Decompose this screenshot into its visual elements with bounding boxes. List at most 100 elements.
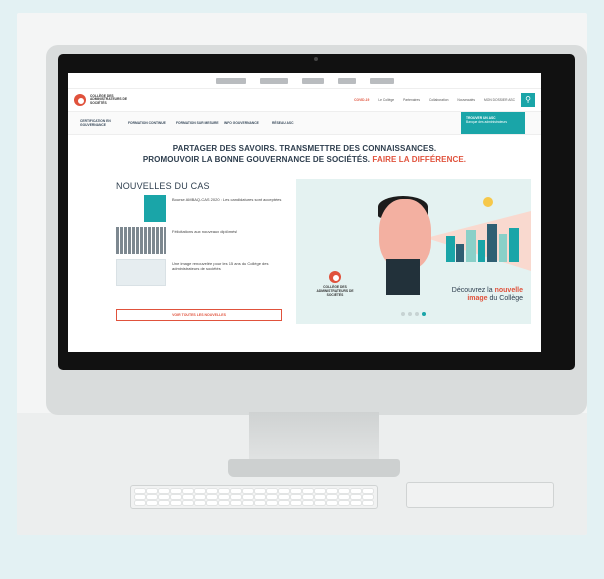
news-item[interactable]: Une image renouvelée pour les 15 ans du … <box>116 259 292 286</box>
logo-text: COLLÈGE DES ADMINISTRATEURS DE SOCIÉTÉS <box>90 93 128 105</box>
partner-logos-bar <box>68 73 541 89</box>
keyboard-key <box>159 501 169 505</box>
building-illustration <box>466 230 476 262</box>
keyboard-key <box>207 489 217 493</box>
keyboard-key <box>183 501 193 505</box>
keyboard-key <box>291 495 301 499</box>
keyboard-key <box>363 495 373 499</box>
keyboard-key <box>327 495 337 499</box>
keyboard-key <box>315 495 325 499</box>
hero-text-part-2: du Collège <box>489 295 523 303</box>
news-thumbnail <box>116 259 166 286</box>
keyboard-key <box>195 495 205 499</box>
keyboard-key <box>339 501 349 505</box>
top-navigation: COVID-19 Le Collège Partenaires Collabor… <box>232 98 515 102</box>
product-photo: COLLÈGE DES ADMINISTRATEURS DE SOCIÉTÉS … <box>17 13 587 535</box>
keyboard-key <box>159 489 169 493</box>
news-item-text: Bourse AMBAQ-CAS 2020 : Les candidatures… <box>172 197 282 202</box>
carousel-dot-active[interactable] <box>422 312 426 316</box>
keyboard <box>130 485 378 509</box>
hero-text-part-1: Découvrez la <box>451 287 493 294</box>
keyboard-key <box>255 501 265 505</box>
keyboard-key <box>351 489 361 493</box>
building-illustration <box>456 244 464 262</box>
nav-le-college[interactable]: Le Collège <box>378 98 394 102</box>
keyboard-key <box>255 489 265 493</box>
keyboard-key <box>135 495 145 499</box>
carousel-dot[interactable] <box>408 312 412 316</box>
site-header: COLLÈGE DES ADMINISTRATEURS DE SOCIÉTÉS … <box>68 89 541 111</box>
nav-certification[interactable]: CERTIFICATION EN GOUVERNANCE <box>80 119 128 127</box>
nav-formation-mesure[interactable]: FORMATION SUR MESURE <box>176 121 224 125</box>
tagline-accent: FAIRE LA DIFFÉRENCE. <box>372 155 467 164</box>
find-asc-button[interactable]: TROUVER UN ASC Banque des administrateur… <box>461 112 525 134</box>
keyboard-key <box>219 489 229 493</box>
partner-logo[interactable] <box>301 77 324 84</box>
keyboard-key <box>279 489 289 493</box>
keyboard-key <box>363 501 373 505</box>
monitor-chin <box>46 370 587 415</box>
news-thumbnail <box>116 227 166 254</box>
nav-mon-dossier[interactable]: MON DOSSIER ASC <box>484 98 515 102</box>
webcam <box>314 57 318 61</box>
keyboard-key <box>279 501 289 505</box>
building-illustration <box>478 240 485 262</box>
keyboard-key <box>207 495 217 499</box>
keyboard-key <box>183 495 193 499</box>
nav-formation-continue[interactable]: FORMATION CONTINUE <box>128 121 176 125</box>
search-icon: ⚲ <box>525 95 531 104</box>
keyboard-key <box>159 495 169 499</box>
partner-logo[interactable] <box>259 77 288 84</box>
sun-icon <box>483 197 493 207</box>
keyboard-key <box>315 501 325 505</box>
monitor-screen: COLLÈGE DES ADMINISTRATEURS DE SOCIÉTÉS … <box>68 73 541 352</box>
news-item[interactable]: Félicitations aux nouveaux diplômés! <box>116 227 292 254</box>
keyboard-key <box>267 501 277 505</box>
partner-logo[interactable] <box>369 77 394 84</box>
keyboard-key <box>243 501 253 505</box>
keyboard-key <box>135 489 145 493</box>
hero-logo: COLLÈGE DES ADMINISTRATEURS DE SOCIÉTÉS <box>315 271 355 297</box>
keyboard-key <box>231 495 241 499</box>
trackpad <box>406 482 554 508</box>
hero-text-accent-2: image <box>467 295 488 303</box>
monitor: COLLÈGE DES ADMINISTRATEURS DE SOCIÉTÉS … <box>46 45 587 415</box>
all-news-button[interactable]: VOIR TOUTES LES NOUVELLES <box>116 309 282 321</box>
keyboard-key <box>351 495 361 499</box>
partner-logo[interactable] <box>337 77 356 84</box>
keyboard-key <box>243 489 253 493</box>
tagline: PARTAGER DES SAVOIRS. TRANSMETTRE DES CO… <box>68 135 541 179</box>
keyboard-key <box>207 501 217 505</box>
hero-banner[interactable]: COLLÈGE DES ADMINISTRATEURS DE SOCIÉTÉS … <box>296 179 531 324</box>
keyboard-key <box>231 501 241 505</box>
carousel-dot[interactable] <box>401 312 405 316</box>
news-item[interactable]: Bourse AMBAQ-CAS 2020 : Les candidatures… <box>116 195 292 222</box>
search-button[interactable]: ⚲ <box>521 93 535 107</box>
nav-reseau-asc[interactable]: RÉSEAU ASC <box>272 121 320 125</box>
nav-collaboration[interactable]: Collaboration <box>429 98 448 102</box>
keyboard-key <box>171 495 181 499</box>
keyboard-key <box>147 495 157 499</box>
news-section: NOUVELLES DU CAS Bourse AMBAQ-CAS 2020 :… <box>116 181 292 323</box>
building-illustration <box>499 234 507 262</box>
site-logo[interactable]: COLLÈGE DES ADMINISTRATEURS DE SOCIÉTÉS <box>74 94 226 106</box>
keyboard-key <box>327 501 337 505</box>
keyboard-key <box>183 489 193 493</box>
keyboard-key <box>171 489 181 493</box>
news-title: NOUVELLES DU CAS <box>116 181 210 191</box>
keyboard-key <box>339 495 349 499</box>
building-illustration <box>487 224 497 262</box>
building-illustration <box>509 228 519 262</box>
monitor-stand <box>249 412 379 464</box>
keyboard-key <box>195 501 205 505</box>
nav-partenaires[interactable]: Partenaires <box>403 98 420 102</box>
nav-info-gouvernance[interactable]: INFO GOUVERNANCE <box>224 121 272 125</box>
keyboard-key <box>303 489 313 493</box>
partner-logo[interactable] <box>215 77 246 84</box>
keyboard-key <box>315 489 325 493</box>
keyboard-key <box>291 489 301 493</box>
keyboard-key <box>219 501 229 505</box>
carousel-dot[interactable] <box>415 312 419 316</box>
nav-covid[interactable]: COVID-19 <box>354 98 369 102</box>
nav-nouveautes[interactable]: Nouveautés <box>457 98 475 102</box>
